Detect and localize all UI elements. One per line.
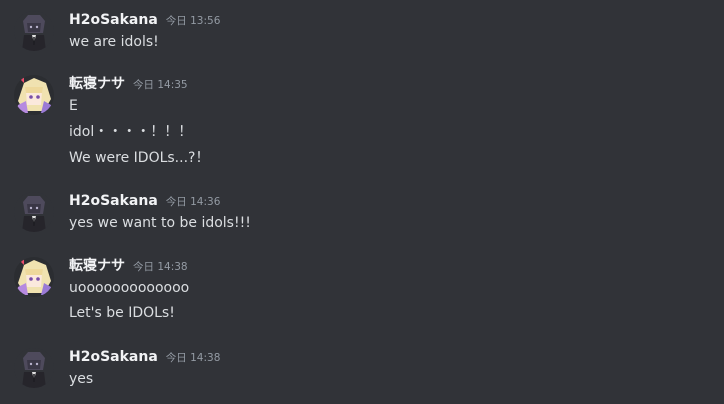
message-text: we are idols!	[69, 34, 159, 50]
message-group: H2oSakana 今日 13:56 we are idols!	[0, 9, 724, 55]
message-group: H2oSakana 今日 14:36 yes we want to be ido…	[0, 190, 724, 236]
timestamp[interactable]: 今日 14:38	[166, 347, 221, 369]
message-header: 転寝ナサ 今日 14:35	[69, 73, 188, 95]
timestamp[interactable]: 今日 14:35	[133, 74, 188, 96]
message-group: H2oSakana 今日 14:38 yes	[0, 346, 724, 392]
message-text: yes	[69, 371, 94, 387]
username[interactable]: 転寝ナサ	[69, 73, 125, 95]
message-group: 転寝ナサ 今日 14:35 E idol・・・・！！！ We were IDOL…	[0, 73, 724, 173]
message-text: Let's be IDOLs!	[69, 305, 175, 321]
message-text: We were IDOLs...?！	[69, 150, 210, 166]
chat-messages: H2oSakana 今日 13:56 we are idols! 転寝ナサ 今日…	[0, 0, 724, 404]
message-text: yes we want to be idols!!!	[69, 215, 251, 231]
message-text: uooooooooooooo	[69, 280, 190, 296]
message-text: idol・・・・！！！	[69, 124, 193, 140]
timestamp[interactable]: 今日 13:56	[166, 10, 221, 32]
hooded-suit-character-avatar[interactable]	[14, 348, 54, 388]
username[interactable]: 転寝ナサ	[69, 255, 125, 277]
timestamp[interactable]: 今日 14:38	[133, 256, 188, 278]
hooded-suit-character-avatar[interactable]	[14, 192, 54, 232]
timestamp[interactable]: 今日 14:36	[166, 191, 221, 213]
message-group: 転寝ナサ 今日 14:38 uooooooooooooo Let's be ID…	[0, 255, 724, 327]
blonde-anime-girl-avatar[interactable]	[14, 257, 54, 297]
message-header: H2oSakana 今日 13:56	[69, 9, 220, 31]
blonde-anime-girl-avatar[interactable]	[14, 75, 54, 115]
message-header: 転寝ナサ 今日 14:38	[69, 255, 188, 277]
message-text: E	[69, 98, 78, 114]
hooded-suit-character-avatar[interactable]	[14, 11, 54, 51]
username[interactable]: H2oSakana	[69, 346, 158, 368]
message-header: H2oSakana 今日 14:36	[69, 190, 220, 212]
username[interactable]: H2oSakana	[69, 190, 158, 212]
message-header: H2oSakana 今日 14:38	[69, 346, 220, 368]
username[interactable]: H2oSakana	[69, 9, 158, 31]
